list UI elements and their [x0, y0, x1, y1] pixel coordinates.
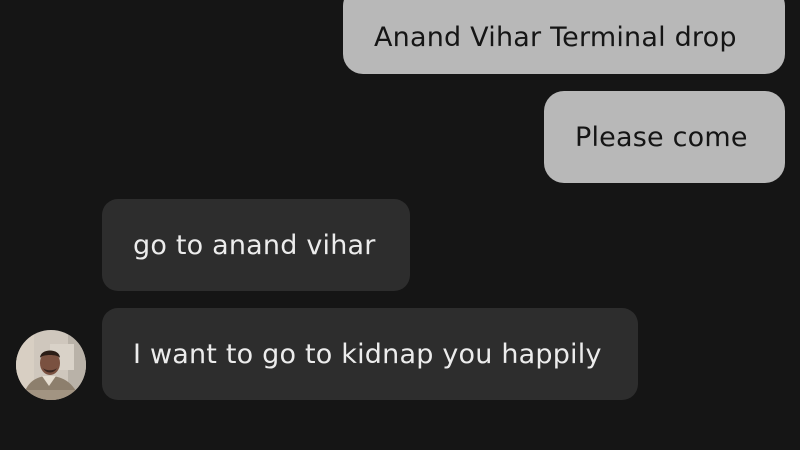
driver-avatar-photo-icon: [16, 330, 86, 400]
chat-conversation: Anand Vihar Terminal drop Please come go…: [0, 0, 800, 450]
sender-avatar[interactable]: [16, 330, 86, 400]
message-text: go to anand vihar: [133, 229, 376, 261]
message-text: I want to go to kidnap you happily: [133, 338, 602, 370]
message-text: Please come: [575, 121, 748, 153]
outgoing-message-bubble[interactable]: Please come: [544, 91, 785, 183]
outgoing-message-bubble[interactable]: Anand Vihar Terminal drop: [343, 0, 785, 74]
incoming-message-bubble[interactable]: go to anand vihar: [102, 199, 410, 291]
message-text: Anand Vihar Terminal drop: [374, 21, 737, 53]
incoming-message-bubble[interactable]: I want to go to kidnap you happily: [102, 308, 638, 400]
